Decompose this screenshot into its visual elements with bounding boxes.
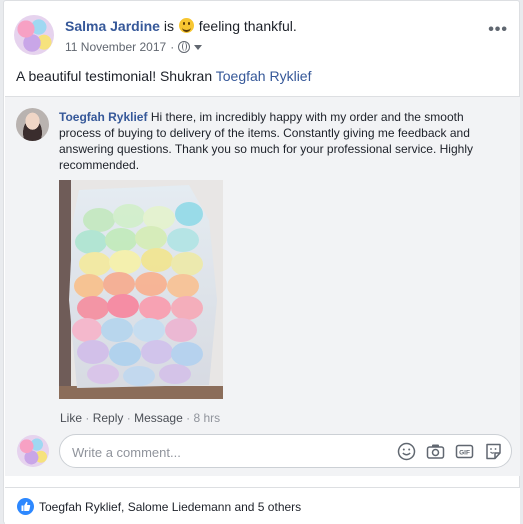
separator-dot: · (186, 411, 191, 425)
author-line: Salma Jardine is feeling thankful. (65, 18, 297, 34)
more-options-button[interactable]: ••• (488, 21, 508, 39)
post-meta: 11 November 2017 · (65, 40, 203, 54)
separator-dot: · (126, 411, 131, 425)
comment-input[interactable] (72, 442, 392, 462)
is-word: is (163, 18, 174, 34)
camera-icon[interactable] (426, 442, 445, 461)
commenter-name[interactable]: Toegfah Ryklief (59, 110, 147, 124)
author-name[interactable]: Salma Jardine (65, 18, 160, 34)
reactions-bar: Toegfah Ryklief, Salome Liedemann and 5 … (5, 487, 520, 524)
message-link[interactable]: Message (134, 411, 183, 425)
reply-link[interactable]: Reply (93, 411, 124, 425)
post-text: A beautiful testimonial! Shukran Toegfah… (16, 68, 311, 84)
reactions-summary[interactable]: Toegfah Ryklief, Salome Liedemann and 5 … (39, 500, 301, 514)
sticker-icon[interactable] (484, 442, 503, 461)
separator-dot: · (170, 40, 175, 54)
comment-input-box[interactable]: GIF (59, 434, 512, 468)
comments-section: Toegfah Ryklief Hi there, im incredibly … (5, 96, 520, 476)
comment: Toegfah Ryklief Hi there, im incredibly … (59, 109, 499, 173)
svg-text:GIF: GIF (459, 450, 470, 457)
feeling-text: feeling thankful. (198, 18, 297, 34)
comment-composer: GIF (5, 434, 520, 476)
chevron-down-icon[interactable] (194, 44, 203, 50)
comment-time[interactable]: 8 hrs (193, 411, 220, 425)
author-avatar[interactable] (14, 15, 54, 55)
emoji-icon[interactable] (397, 442, 416, 461)
post-text-body: A beautiful testimonial! Shukran (16, 68, 213, 84)
like-thumb-icon[interactable] (17, 498, 34, 515)
post-header: Salma Jardine is feeling thankful. 11 No… (14, 15, 510, 59)
globe-icon[interactable] (178, 41, 191, 53)
smiley-icon (178, 18, 194, 33)
commenter-avatar[interactable] (16, 108, 49, 141)
tagged-user-link[interactable]: Toegfah Ryklief (216, 68, 312, 84)
gif-icon[interactable]: GIF (455, 442, 474, 461)
separator-dot: · (85, 411, 90, 425)
composer-icons: GIF (397, 442, 503, 461)
comment-actions: Like · Reply · Message · 8 hrs (60, 411, 220, 425)
comment-photo[interactable] (59, 180, 223, 399)
current-user-avatar (17, 435, 49, 467)
post-date[interactable]: 11 November 2017 (65, 40, 166, 54)
like-link[interactable]: Like (60, 411, 82, 425)
photo-image (59, 180, 223, 399)
post-card: Salma Jardine is feeling thankful. 11 No… (3, 0, 520, 524)
